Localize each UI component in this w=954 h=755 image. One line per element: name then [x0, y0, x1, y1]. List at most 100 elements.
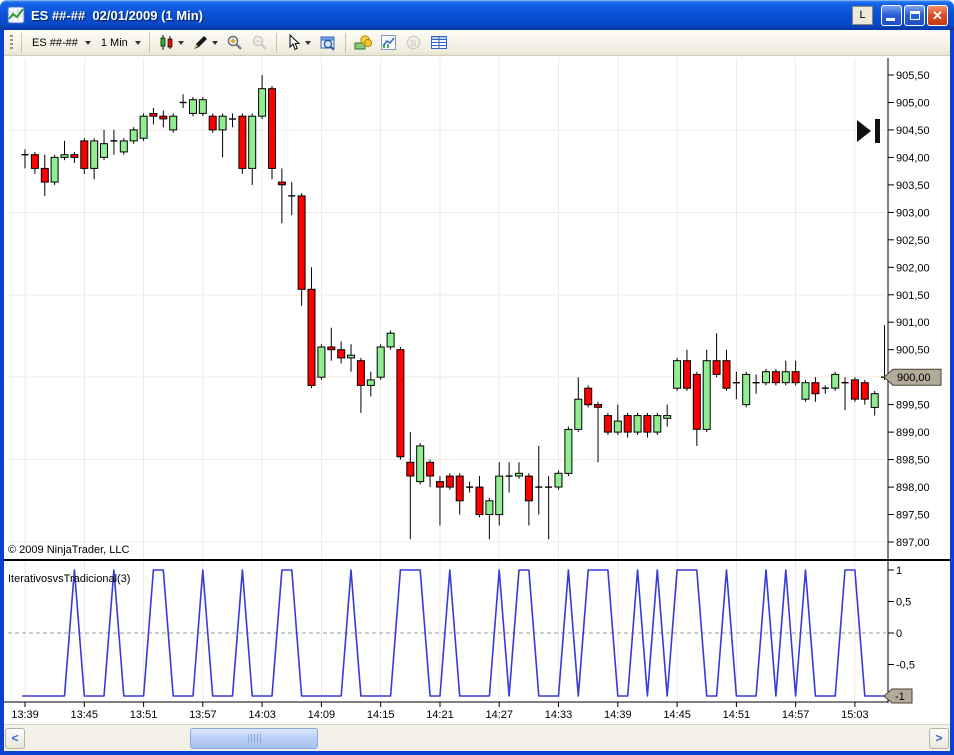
candle: [841, 377, 849, 411]
interval-selector[interactable]: 1 Min: [95, 32, 145, 54]
toolbar: ES ##-## 1 Min S: [4, 30, 950, 56]
candle: [683, 349, 691, 391]
candle-body-down: [70, 154, 79, 158]
candle: [466, 481, 474, 493]
candle-body-up: [60, 154, 69, 158]
minimize-button[interactable]: [881, 4, 902, 26]
candle-body-down: [455, 475, 464, 502]
maximize-button[interactable]: [904, 4, 925, 26]
candle-body-up: [495, 475, 504, 516]
trade-button[interactable]: [350, 32, 376, 54]
candle: [850, 377, 859, 402]
candle: [712, 333, 721, 378]
copyright-text: © 2009 NinjaTrader, LLC: [8, 544, 130, 556]
cursor-button[interactable]: [281, 32, 315, 54]
toolbar-separator: [21, 32, 22, 53]
price-axis-label: 903,00: [896, 207, 930, 219]
chevron-down-icon: [304, 40, 311, 45]
price-axis-label: 904,50: [896, 125, 930, 137]
time-axis-label: 14:27: [485, 709, 513, 721]
titlebar[interactable]: ES ##-## 02/01/2009 (1 Min) L ✕: [0, 0, 954, 30]
candle: [702, 349, 711, 433]
time-axis-label: 14:09: [308, 709, 336, 721]
app-icon: [7, 6, 25, 24]
ninjatrader-chart-window: ES ##-## 02/01/2009 (1 Min) L ✕ ES ##-##…: [0, 0, 954, 755]
price-axis-label: 897,50: [896, 510, 930, 522]
time-axis-label: 13:51: [130, 709, 158, 721]
candle: [30, 151, 39, 174]
price-axis-label: 898,00: [896, 482, 930, 494]
candle-body-down: [811, 382, 820, 395]
data-grid-button[interactable]: [426, 32, 452, 54]
candle-body-up: [781, 371, 790, 384]
price-axis-label: 902,50: [896, 235, 930, 247]
candle-body-up: [218, 115, 227, 131]
horizontal-scrollbar[interactable]: < >: [4, 724, 950, 751]
candle: [376, 344, 385, 380]
candle-body-down: [307, 288, 316, 386]
candle: [811, 377, 820, 402]
candle-body-down: [850, 379, 859, 400]
candlestick-icon: [158, 34, 175, 51]
scrollbar-track[interactable]: [26, 727, 928, 750]
chart-canvas[interactable]: 905,50 905,00 904,50 904,00 903,50 903,00 902,…: [0, 56, 954, 724]
candle-body-down: [159, 115, 168, 120]
candle: [149, 108, 158, 125]
interval-label: 1 Min: [100, 36, 128, 49]
data-box-button[interactable]: [315, 32, 341, 54]
candle: [663, 404, 672, 427]
price-axis-label: 903,50: [896, 180, 930, 192]
candle: [198, 97, 207, 117]
link-button[interactable]: L: [852, 5, 873, 25]
go-to-last-icon[interactable]: [857, 120, 871, 142]
candle-body-down: [356, 360, 365, 386]
candle-body-down: [683, 360, 691, 389]
candle-body-down: [475, 486, 484, 516]
draw-tool-button[interactable]: [188, 32, 222, 54]
zoom-in-button[interactable]: [222, 32, 247, 54]
close-button[interactable]: ✕: [927, 4, 948, 26]
candle: [229, 113, 236, 128]
candle-body-up: [762, 371, 770, 384]
minimize-icon: [886, 17, 895, 21]
zoom-out-icon: [251, 34, 268, 51]
candle: [831, 371, 840, 391]
chart-area[interactable]: 905,50 905,00 904,50 904,00 903,50 903,00 902,…: [0, 56, 954, 724]
last-price-tag-label: 900,00: [897, 372, 931, 384]
candle-body-down: [277, 181, 286, 186]
candle: [169, 113, 178, 133]
candle-body-up: [129, 129, 138, 142]
candle: [475, 476, 484, 518]
scrollbar-thumb[interactable]: [190, 727, 318, 749]
candle-body-up: [663, 415, 672, 419]
candle-body-down: [771, 371, 780, 384]
chart-style-button[interactable]: [154, 32, 188, 54]
price-axis-label: 901,00: [896, 317, 930, 329]
candle-body-down: [712, 360, 721, 375]
candle: [771, 368, 780, 386]
scroll-left-button[interactable]: <: [5, 727, 25, 749]
candle: [70, 151, 79, 163]
candle: [248, 113, 257, 185]
price-axis-label: 905,50: [896, 70, 930, 82]
candle: [495, 462, 504, 526]
panel-divider[interactable]: [0, 559, 954, 561]
candle-body-down: [643, 415, 652, 433]
candle: [742, 371, 751, 408]
candle-body-down: [149, 113, 158, 117]
candle-body-down: [40, 167, 49, 183]
price-axis-label: 898,50: [896, 455, 930, 467]
candle: [455, 473, 464, 515]
chart-trader-button[interactable]: [376, 32, 401, 54]
candle: [366, 371, 375, 397]
candle-body-down: [80, 140, 89, 169]
coins-icon: [354, 34, 372, 51]
toolbar-grip-handle[interactable]: [10, 34, 13, 51]
instrument-selector[interactable]: ES ##-##: [26, 32, 95, 54]
window-title: ES ##-## 02/01/2009 (1 Min): [31, 7, 203, 23]
scroll-right-button[interactable]: >: [929, 727, 949, 749]
candle: [524, 473, 533, 526]
candle-body-down: [860, 382, 869, 400]
close-icon: ✕: [932, 7, 943, 23]
go-to-last-icon[interactable]: [875, 119, 880, 143]
